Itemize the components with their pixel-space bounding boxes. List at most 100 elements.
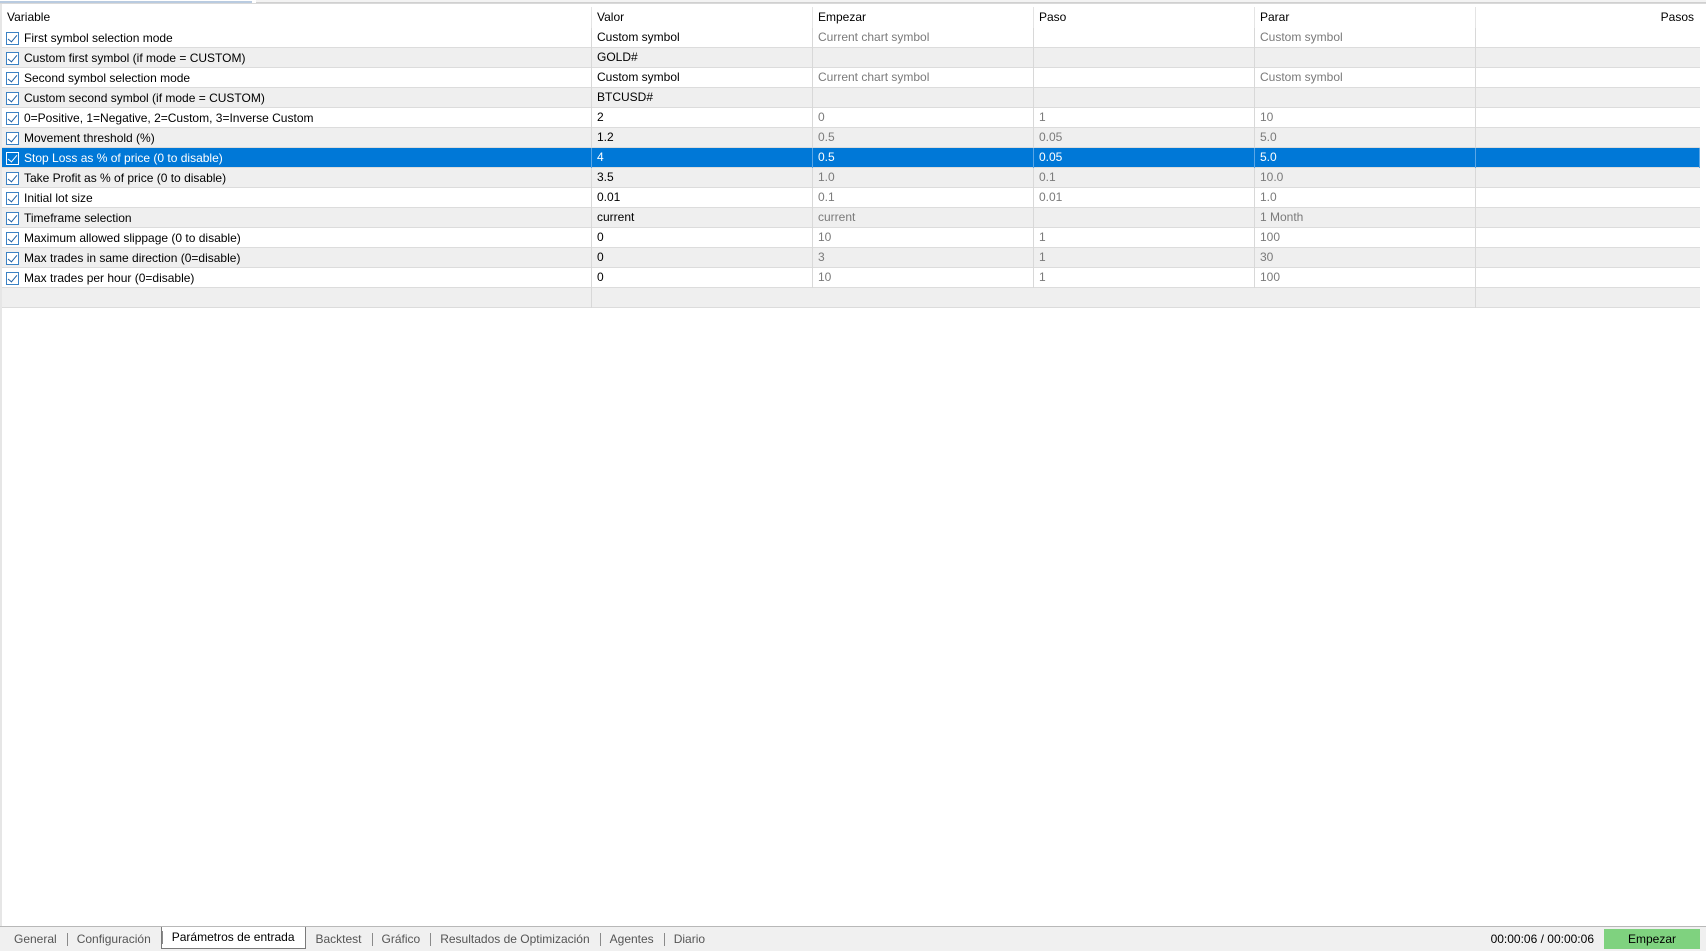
column-header-parar[interactable]: Parar — [1255, 7, 1476, 28]
cell-parar[interactable]: Custom symbol — [1255, 28, 1476, 48]
cell-paso[interactable]: 0.01 — [1034, 188, 1255, 208]
cell-parar[interactable]: Custom symbol — [1255, 68, 1476, 88]
tab-5[interactable]: Resultados de Optimización — [430, 929, 599, 949]
optimize-checkbox[interactable] — [6, 131, 19, 145]
cell-empezar[interactable]: 3 — [813, 248, 1034, 268]
table-row[interactable]: Maximum allowed slippage (0 to disable) 0… — [2, 228, 1700, 248]
cell-valor[interactable]: 0 — [592, 268, 813, 288]
optimize-checkbox[interactable] — [6, 251, 19, 265]
cell-parar[interactable]: 10 — [1255, 108, 1476, 128]
cell-pasos[interactable] — [1476, 208, 1700, 228]
cell-empezar[interactable] — [813, 88, 1034, 108]
table-row[interactable]: Custom second symbol (if mode = CUSTOM) B… — [2, 88, 1700, 108]
cell-paso[interactable] — [1034, 48, 1255, 68]
column-header-paso[interactable]: Paso — [1034, 7, 1255, 28]
cell-empezar[interactable]: 0.1 — [813, 188, 1034, 208]
column-header-valor[interactable]: Valor — [592, 7, 813, 28]
column-header-variable[interactable]: Variable — [2, 7, 592, 28]
cell-valor[interactable]: 4 — [592, 148, 813, 168]
cell-paso[interactable]: 1 — [1034, 248, 1255, 268]
cell-pasos[interactable] — [1476, 68, 1700, 88]
cell-valor[interactable]: GOLD# — [592, 48, 813, 68]
cell-paso[interactable] — [1034, 68, 1255, 88]
cell-parar[interactable] — [1255, 48, 1476, 68]
start-button[interactable]: Empezar — [1604, 929, 1700, 949]
optimize-checkbox[interactable] — [6, 51, 19, 65]
cell-pasos[interactable] — [1476, 88, 1700, 108]
cell-paso[interactable]: 1 — [1034, 108, 1255, 128]
cell-pasos[interactable] — [1476, 108, 1700, 128]
cell-paso[interactable]: 1 — [1034, 268, 1255, 288]
cell-empezar[interactable]: Current chart symbol — [813, 68, 1034, 88]
cell-valor[interactable]: current — [592, 208, 813, 228]
cell-parar[interactable] — [1255, 88, 1476, 108]
cell-parar[interactable]: 1.0 — [1255, 188, 1476, 208]
cell-pasos[interactable] — [1476, 48, 1700, 68]
cell-pasos[interactable] — [1476, 28, 1700, 48]
tab-0[interactable]: General — [4, 929, 67, 949]
optimize-checkbox[interactable] — [6, 71, 19, 85]
table-row[interactable]: Movement threshold (%) 1.2 0.5 0.05 5.0 — [2, 128, 1700, 148]
cell-empezar[interactable]: 0.5 — [813, 128, 1034, 148]
cell-pasos[interactable] — [1476, 268, 1700, 288]
optimize-checkbox[interactable] — [6, 31, 19, 45]
tab-6[interactable]: Agentes — [599, 929, 664, 949]
cell-empezar[interactable]: 0 — [813, 108, 1034, 128]
cell-paso[interactable] — [1034, 208, 1255, 228]
optimize-checkbox[interactable] — [6, 171, 19, 185]
table-row[interactable]: Custom first symbol (if mode = CUSTOM) GO… — [2, 48, 1700, 68]
cell-paso[interactable]: 0.1 — [1034, 168, 1255, 188]
table-row[interactable]: Initial lot size 0.01 0.1 0.01 1.0 — [2, 188, 1700, 208]
tab-4[interactable]: Gráfico — [371, 929, 431, 949]
cell-paso[interactable] — [1034, 28, 1255, 48]
cell-empezar[interactable]: 0.5 — [813, 148, 1034, 168]
tab-7[interactable]: Diario — [663, 929, 715, 949]
cell-pasos[interactable] — [1476, 148, 1700, 168]
column-header-pasos[interactable]: Pasos — [1476, 7, 1700, 28]
cell-valor[interactable]: 0.01 — [592, 188, 813, 208]
optimize-checkbox[interactable] — [6, 91, 19, 105]
cell-pasos[interactable] — [1476, 128, 1700, 148]
cell-paso[interactable]: 0.05 — [1034, 148, 1255, 168]
table-row[interactable]: Take Profit as % of price (0 to disable)… — [2, 168, 1700, 188]
tab-1[interactable]: Configuración — [66, 929, 161, 949]
cell-valor[interactable]: Custom symbol — [592, 68, 813, 88]
cell-empezar[interactable]: 1.0 — [813, 168, 1034, 188]
table-row[interactable]: 0=Positive, 1=Negative, 2=Custom, 3=Inve… — [2, 108, 1700, 128]
cell-pasos[interactable] — [1476, 228, 1700, 248]
cell-paso[interactable]: 1 — [1034, 228, 1255, 248]
cell-valor[interactable]: 1.2 — [592, 128, 813, 148]
cell-pasos[interactable] — [1476, 188, 1700, 208]
optimize-checkbox[interactable] — [6, 191, 19, 205]
cell-parar[interactable]: 5.0 — [1255, 148, 1476, 168]
cell-empezar[interactable]: current — [813, 208, 1034, 228]
cell-paso[interactable]: 0.05 — [1034, 128, 1255, 148]
cell-empezar[interactable]: 10 — [813, 228, 1034, 248]
cell-parar[interactable]: 100 — [1255, 268, 1476, 288]
table-row[interactable]: Max trades in same direction (0=disable)… — [2, 248, 1700, 268]
optimize-checkbox[interactable] — [6, 111, 19, 125]
cell-parar[interactable]: 10.0 — [1255, 168, 1476, 188]
cell-valor[interactable]: 0 — [592, 228, 813, 248]
cell-empezar[interactable]: Current chart symbol — [813, 28, 1034, 48]
table-row[interactable]: First symbol selection mode Custom symbol… — [2, 28, 1700, 48]
cell-valor[interactable]: 2 — [592, 108, 813, 128]
optimize-checkbox[interactable] — [6, 211, 19, 225]
cell-empezar[interactable]: 10 — [813, 268, 1034, 288]
table-row[interactable]: Stop Loss as % of price (0 to disable) 4 0… — [2, 148, 1700, 168]
tab-2[interactable]: Parámetros de entrada — [160, 927, 306, 949]
column-header-empezar[interactable]: Empezar — [813, 7, 1034, 28]
cell-parar[interactable]: 5.0 — [1255, 128, 1476, 148]
cell-valor[interactable]: BTCUSD# — [592, 88, 813, 108]
cell-parar[interactable]: 1 Month — [1255, 208, 1476, 228]
optimize-checkbox[interactable] — [6, 271, 19, 285]
cell-valor[interactable]: 3.5 — [592, 168, 813, 188]
table-row[interactable]: Second symbol selection mode Custom symbo… — [2, 68, 1700, 88]
optimize-checkbox[interactable] — [6, 151, 19, 165]
table-row[interactable]: Timeframe selection current current 1 Month — [2, 208, 1700, 228]
cell-parar[interactable]: 30 — [1255, 248, 1476, 268]
cell-empezar[interactable] — [813, 48, 1034, 68]
cell-paso[interactable] — [1034, 88, 1255, 108]
optimize-checkbox[interactable] — [6, 231, 19, 245]
cell-pasos[interactable] — [1476, 168, 1700, 188]
